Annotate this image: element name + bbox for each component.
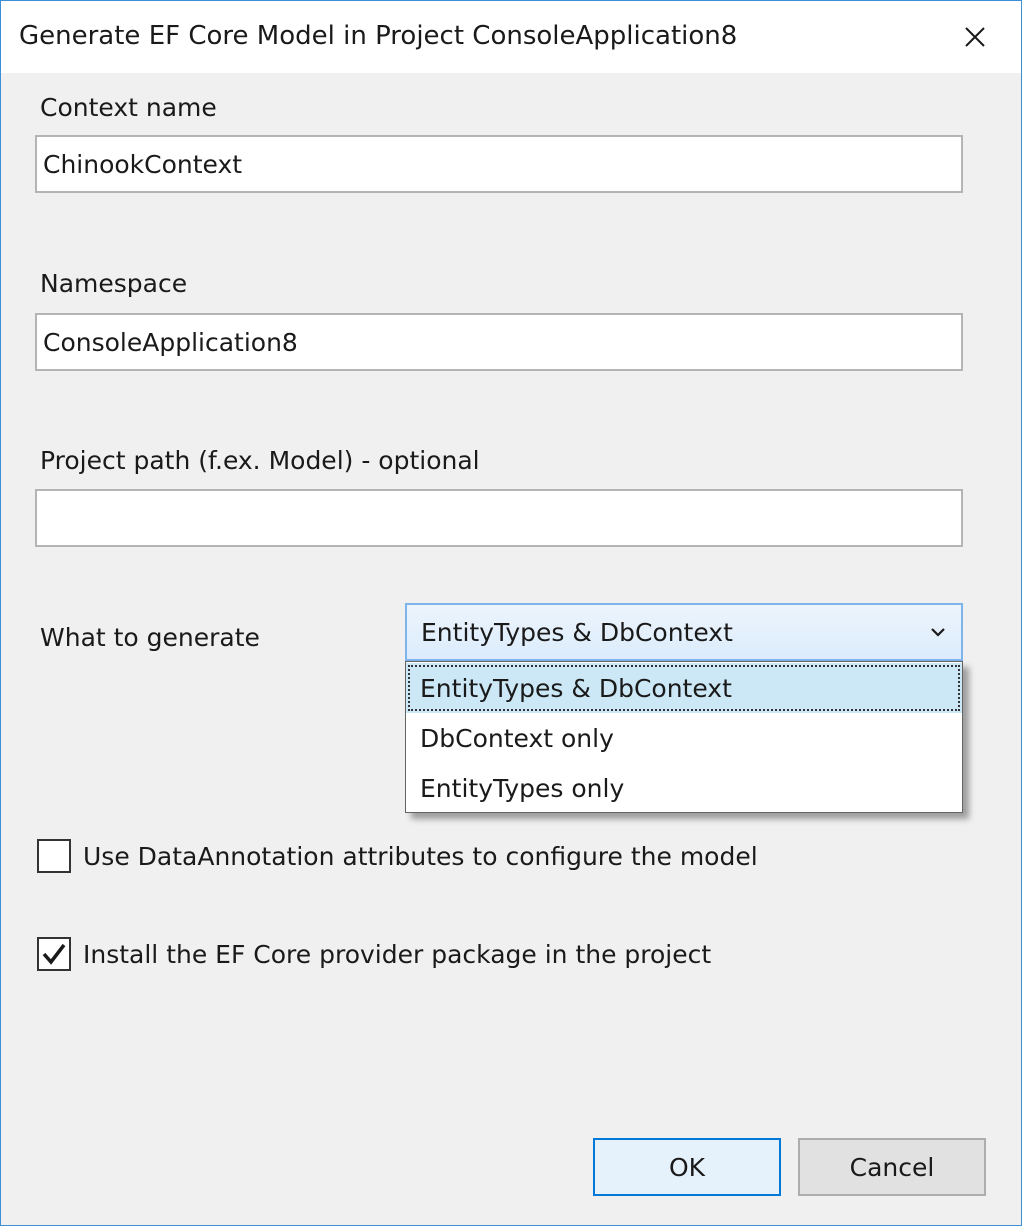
cancel-button[interactable]: Cancel bbox=[798, 1138, 986, 1196]
dropdown-option-dbcontext-only[interactable]: DbContext only bbox=[406, 713, 962, 763]
namespace-label: Namespace bbox=[40, 269, 188, 298]
close-icon bbox=[965, 27, 985, 47]
project-path-input[interactable] bbox=[35, 489, 963, 547]
context-name-input[interactable] bbox=[35, 135, 963, 193]
data-annotation-checkbox[interactable] bbox=[37, 839, 71, 873]
combobox-selected-value: EntityTypes & DbContext bbox=[421, 617, 733, 647]
namespace-input[interactable] bbox=[35, 313, 963, 371]
chevron-down-icon bbox=[931, 628, 945, 637]
generate-dropdown-list: EntityTypes & DbContext DbContext only E… bbox=[405, 661, 963, 813]
ok-button[interactable]: OK bbox=[593, 1138, 781, 1196]
dropdown-option-entitytypes-dbcontext[interactable]: EntityTypes & DbContext bbox=[406, 663, 962, 713]
install-provider-option[interactable]: Install the EF Core provider package in … bbox=[37, 937, 711, 971]
install-provider-label: Install the EF Core provider package in … bbox=[83, 939, 712, 969]
context-name-label: Context name bbox=[40, 93, 217, 122]
dialog-window: Generate EF Core Model in Project Consol… bbox=[0, 0, 1022, 1226]
dropdown-option-entitytypes-only[interactable]: EntityTypes only bbox=[406, 763, 962, 813]
data-annotation-option[interactable]: Use DataAnnotation attributes to configu… bbox=[37, 839, 758, 873]
close-button[interactable] bbox=[929, 1, 1021, 73]
checkmark-icon bbox=[42, 943, 66, 965]
project-path-label: Project path (f.ex. Model) - optional bbox=[40, 446, 480, 475]
data-annotation-label: Use DataAnnotation attributes to configu… bbox=[83, 841, 758, 871]
what-to-generate-combobox[interactable]: EntityTypes & DbContext bbox=[405, 603, 963, 661]
what-to-generate-label: What to generate bbox=[40, 623, 260, 652]
window-title: Generate EF Core Model in Project Consol… bbox=[19, 21, 738, 51]
install-provider-checkbox[interactable] bbox=[37, 937, 71, 971]
title-bar: Generate EF Core Model in Project Consol… bbox=[1, 1, 1021, 73]
